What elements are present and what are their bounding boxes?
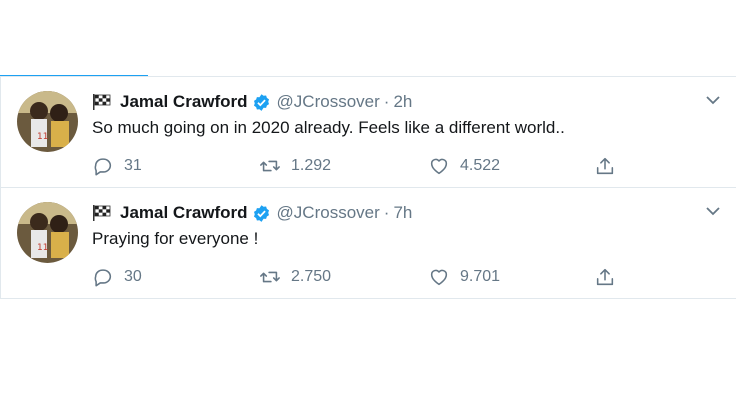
tweet-text: Praying for everyone ! <box>92 229 259 248</box>
retweet-icon <box>260 160 280 172</box>
verified-badge-icon <box>252 93 271 112</box>
retweet-icon <box>260 271 280 283</box>
tweet-actions: 30 2.750 9.701 <box>92 265 632 289</box>
verified-badge-icon <box>252 204 271 223</box>
like-button[interactable]: 9.701 <box>428 265 500 289</box>
retweet-button[interactable]: 2.750 <box>259 265 331 289</box>
share-icon <box>596 268 614 286</box>
reply-count: 30 <box>124 268 142 285</box>
reply-icon <box>94 158 112 176</box>
tweet-text: So much going on in 2020 already. Feels … <box>92 118 565 137</box>
retweet-count: 1.292 <box>291 157 332 174</box>
tweet-header: Jamal Crawford @JCrossover · 2h <box>92 90 720 114</box>
reply-button[interactable]: 31 <box>92 154 142 178</box>
share-button[interactable] <box>594 154 626 178</box>
tweet-time[interactable]: 7h <box>393 203 412 223</box>
separator-dot: · <box>383 92 390 111</box>
share-icon <box>596 157 614 175</box>
avatar[interactable]: 11 <box>17 202 78 263</box>
heart-icon <box>430 269 448 286</box>
tweet-actions: 31 1.292 4.522 <box>92 154 632 178</box>
tweet[interactable]: 11 Jamal Crawford <box>0 188 736 299</box>
svg-text:11: 11 <box>37 132 48 142</box>
svg-text:11: 11 <box>37 243 48 253</box>
reply-icon <box>94 269 112 287</box>
tweet-time[interactable]: 2h <box>393 92 412 112</box>
checkered-flag-icon <box>92 93 112 111</box>
retweet-count: 2.750 <box>291 268 332 285</box>
like-button[interactable]: 4.522 <box>428 154 500 178</box>
reply-button[interactable]: 30 <box>92 265 142 289</box>
like-count: 9.701 <box>460 268 501 285</box>
tweet-body: Jamal Crawford @JCrossover · 7h Praying … <box>92 201 720 253</box>
checkered-flag-icon <box>92 204 112 222</box>
tweet-feed: 11 Jamal Crawford @JCrossover · 2h So mu… <box>0 77 736 299</box>
reply-count: 31 <box>124 157 142 174</box>
share-button[interactable] <box>594 265 626 289</box>
author-name[interactable]: Jamal Crawford <box>120 92 248 112</box>
tweet-header: Jamal Crawford @JCrossover · 7h <box>92 201 720 225</box>
retweet-button[interactable]: 1.292 <box>259 154 331 178</box>
heart-icon <box>430 158 448 175</box>
separator-dot: · <box>383 203 390 222</box>
author-handle[interactable]: @JCrossover <box>277 92 380 112</box>
tweet-body: Jamal Crawford @JCrossover · 2h So much … <box>92 90 720 142</box>
like-count: 4.522 <box>460 157 501 174</box>
chevron-down-icon[interactable] <box>704 202 722 220</box>
author-handle[interactable]: @JCrossover <box>277 203 380 223</box>
chevron-down-icon[interactable] <box>704 91 722 109</box>
tweet[interactable]: 11 Jamal Crawford <box>0 77 736 188</box>
avatar[interactable]: 11 <box>17 91 78 152</box>
author-name[interactable]: Jamal Crawford <box>120 203 248 223</box>
